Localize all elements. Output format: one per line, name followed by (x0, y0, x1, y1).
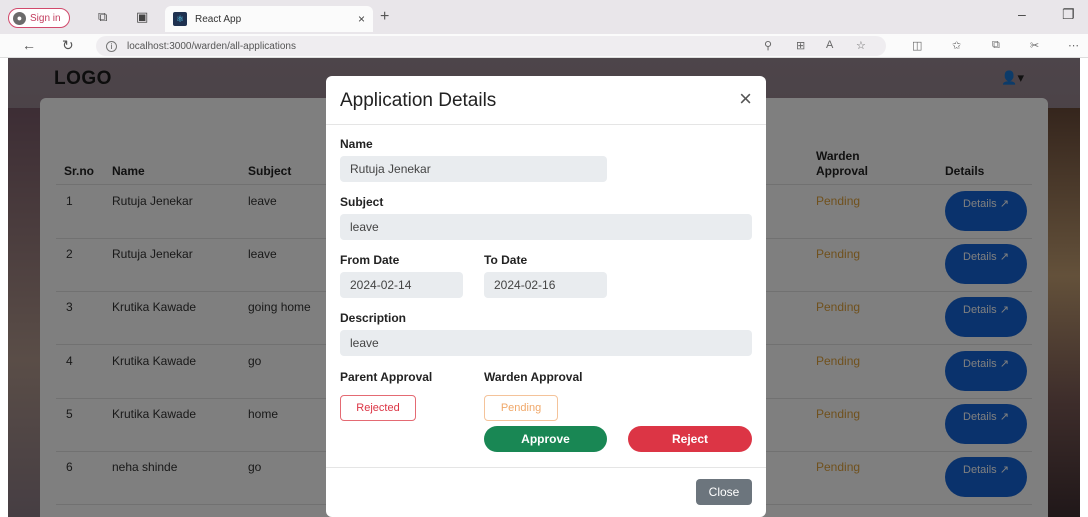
favorite-star-icon[interactable]: ☆ (856, 39, 866, 52)
name-label: Name (340, 137, 373, 151)
workspaces-icon[interactable]: ⧉ (98, 10, 107, 24)
immersive-reader-icon[interactable]: ⊞ (796, 39, 805, 52)
parent-approval-label: Parent Approval (340, 370, 433, 384)
extensions-icon[interactable]: ✂ (1030, 39, 1039, 52)
favorites-icon[interactable]: ✩ (952, 39, 961, 52)
browser-tab[interactable]: ⚛ React App × (165, 6, 373, 32)
new-tab-icon[interactable]: + (380, 8, 389, 26)
parent-approval-status-badge: Rejected (340, 395, 416, 421)
name-field: Rutuja Jenekar (340, 156, 607, 182)
to-date-field: 2024-02-16 (484, 272, 607, 298)
refresh-icon[interactable]: ↻ (62, 37, 74, 54)
description-label: Description (340, 311, 407, 325)
url-text: localhost:3000/warden/all-applications (127, 40, 296, 52)
close-icon[interactable]: × (739, 88, 752, 110)
from-date-field: 2024-02-14 (340, 272, 463, 298)
tab-actions-icon[interactable]: ▣ (136, 10, 148, 24)
browser-tab-bar: ● Sign in ⧉ ▣ ⚛ React App × + – ❐ (0, 0, 1088, 34)
sign-in-button[interactable]: ● Sign in (8, 8, 70, 28)
react-favicon-icon: ⚛ (173, 12, 187, 26)
close-button[interactable]: Close (696, 479, 752, 505)
address-bar: ← ↻ i localhost:3000/warden/all-applicat… (0, 34, 1088, 58)
to-date-label: To Date (484, 253, 528, 267)
profile-icon: ● (13, 11, 26, 25)
minimize-icon[interactable]: – (1018, 6, 1026, 22)
collections-icon[interactable]: ⧉ (992, 39, 1000, 52)
info-icon[interactable]: i (106, 40, 117, 52)
tab-close-icon[interactable]: × (358, 12, 365, 26)
subject-field: leave (340, 214, 752, 240)
modal-footer-divider (326, 467, 766, 468)
from-date-label: From Date (340, 253, 400, 267)
application-details-modal: Application Details × Name Rutuja Jeneka… (326, 76, 766, 517)
warden-approval-label: Warden Approval (484, 370, 583, 384)
warden-approval-status-badge: Pending (484, 395, 558, 421)
sign-in-label: Sign in (30, 12, 61, 24)
modal-header-divider (326, 124, 766, 125)
modal-title: Application Details (340, 90, 497, 111)
subject-label: Subject (340, 195, 384, 209)
description-field: leave (340, 330, 752, 356)
tab-title: React App (195, 13, 242, 25)
reject-button[interactable]: Reject (628, 426, 752, 452)
approve-button[interactable]: Approve (484, 426, 607, 452)
search-icon[interactable]: ⚲ (764, 39, 772, 52)
split-screen-icon[interactable]: ◫ (912, 39, 922, 52)
more-options-icon[interactable]: ⋯ (1068, 39, 1079, 52)
restore-icon[interactable]: ❐ (1062, 6, 1075, 23)
read-aloud-icon[interactable]: A (826, 39, 833, 51)
back-icon[interactable]: ← (22, 37, 36, 53)
